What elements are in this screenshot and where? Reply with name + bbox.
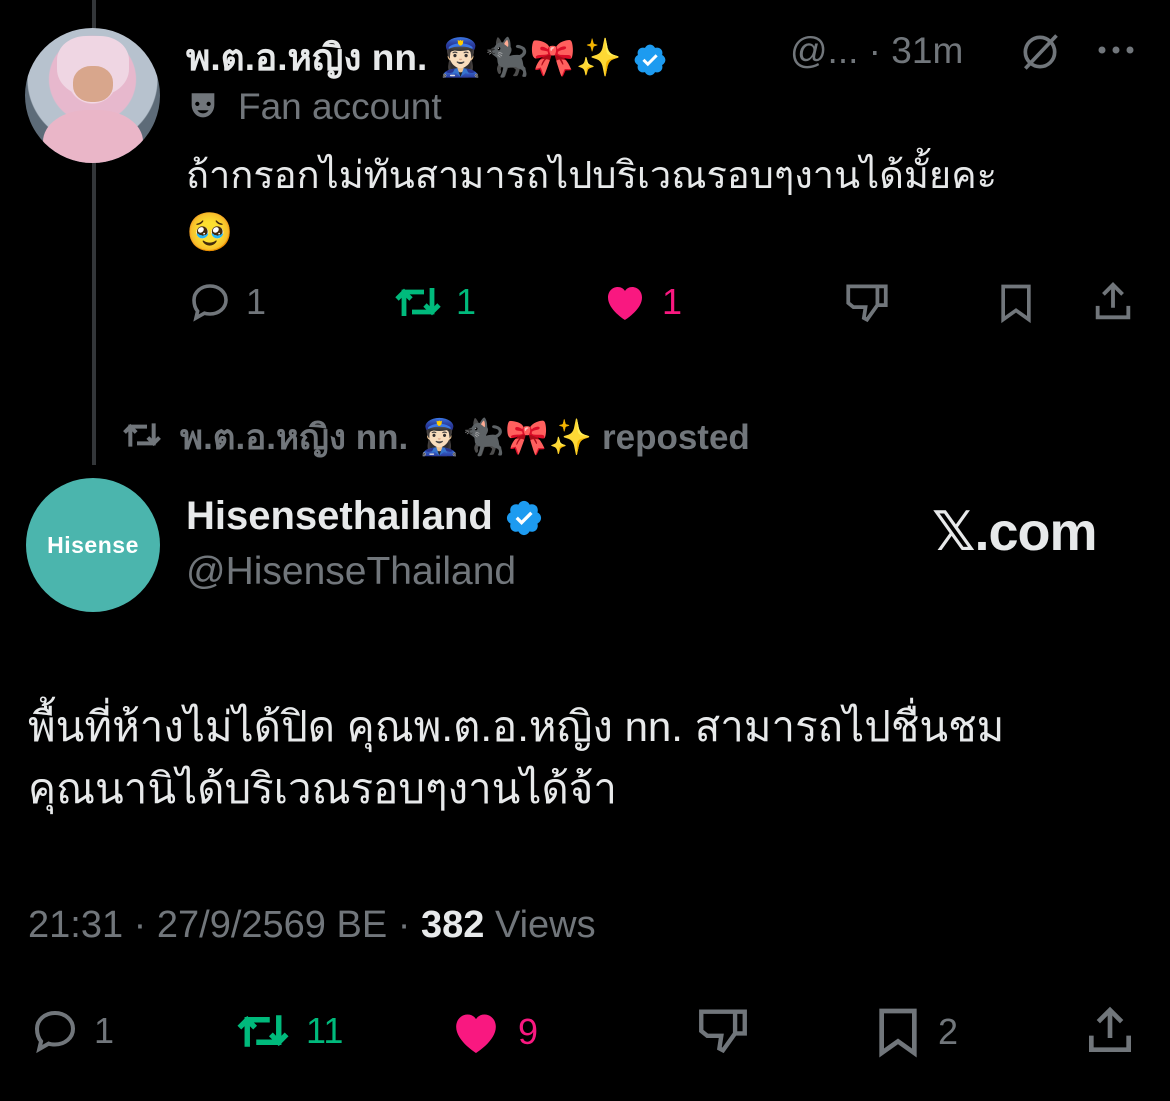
more-options-icon[interactable] xyxy=(1094,40,1138,60)
share-icon[interactable] xyxy=(1090,278,1136,326)
tweet-date[interactable]: 27/9/2569 BE xyxy=(157,904,387,946)
repost-button[interactable]: 11 xyxy=(232,1004,343,1058)
tweet-emoji: 🥹 xyxy=(186,210,234,254)
handle[interactable]: @HisenseThailand xyxy=(186,550,516,594)
heart-icon xyxy=(456,1014,496,1053)
heart-icon xyxy=(608,287,642,320)
tweet-text: ถ้ากรอกไม่ทันสามารถไปบริเวณรอบๆงานได้มั้… xyxy=(186,148,1146,260)
repost-icon xyxy=(395,288,441,316)
name-emojis: 👮🏻‍♀️🐈‍⬛🎀✨ xyxy=(437,36,622,79)
repost-button[interactable]: 1 xyxy=(392,278,476,326)
tweet-time[interactable]: 21:31 xyxy=(28,904,123,946)
tweet-metadata: 21:31 · 27/9/2569 BE · 382 Views xyxy=(28,904,596,946)
avatar[interactable] xyxy=(25,28,160,163)
handle-and-time[interactable]: @... · 31m xyxy=(790,30,963,72)
downvote-icon[interactable] xyxy=(842,278,892,328)
display-name[interactable]: พ.ต.อ.หญิง nn. 👮🏻‍♀️🐈‍⬛🎀✨ xyxy=(186,28,668,87)
bookmark-icon[interactable] xyxy=(994,280,1038,326)
tweet-text: พื้นที่ห้างไม่ได้ปิด คุณพ.ต.อ.หญิง nn. ส… xyxy=(28,703,1005,812)
grok-icon[interactable] xyxy=(1018,30,1062,74)
reply-icon xyxy=(34,1010,76,1054)
x-com-watermark: 𝕏.com xyxy=(932,500,1098,563)
reply-icon xyxy=(192,284,228,322)
repost-icon xyxy=(237,1015,289,1047)
reply-button[interactable]: 1 xyxy=(28,1004,114,1058)
repost-notice[interactable]: พ.ต.อ.หญิง nn. 👮🏻‍♀️🐈‍⬛🎀✨ reposted xyxy=(120,410,750,465)
downvote-icon[interactable] xyxy=(694,1002,752,1060)
avatar-logo-text: Hisense xyxy=(47,531,139,558)
repost-icon xyxy=(123,423,161,447)
display-name[interactable]: Hisensethailand xyxy=(186,494,544,539)
share-icon[interactable] xyxy=(1082,1002,1138,1060)
masks-icon xyxy=(191,93,215,118)
avatar[interactable]: Hisense xyxy=(26,478,160,612)
reply-button[interactable]: 1 xyxy=(186,278,266,326)
bookmark-button[interactable]: 2 xyxy=(870,1004,958,1060)
like-button[interactable]: 9 xyxy=(446,1004,538,1060)
verified-badge-icon xyxy=(634,44,666,76)
verified-badge-icon xyxy=(506,501,541,536)
like-button[interactable]: 1 xyxy=(600,278,682,326)
fan-account-label: Fan account xyxy=(186,86,442,128)
views-count: 382 xyxy=(420,904,485,946)
bookmark-icon xyxy=(879,1008,917,1058)
